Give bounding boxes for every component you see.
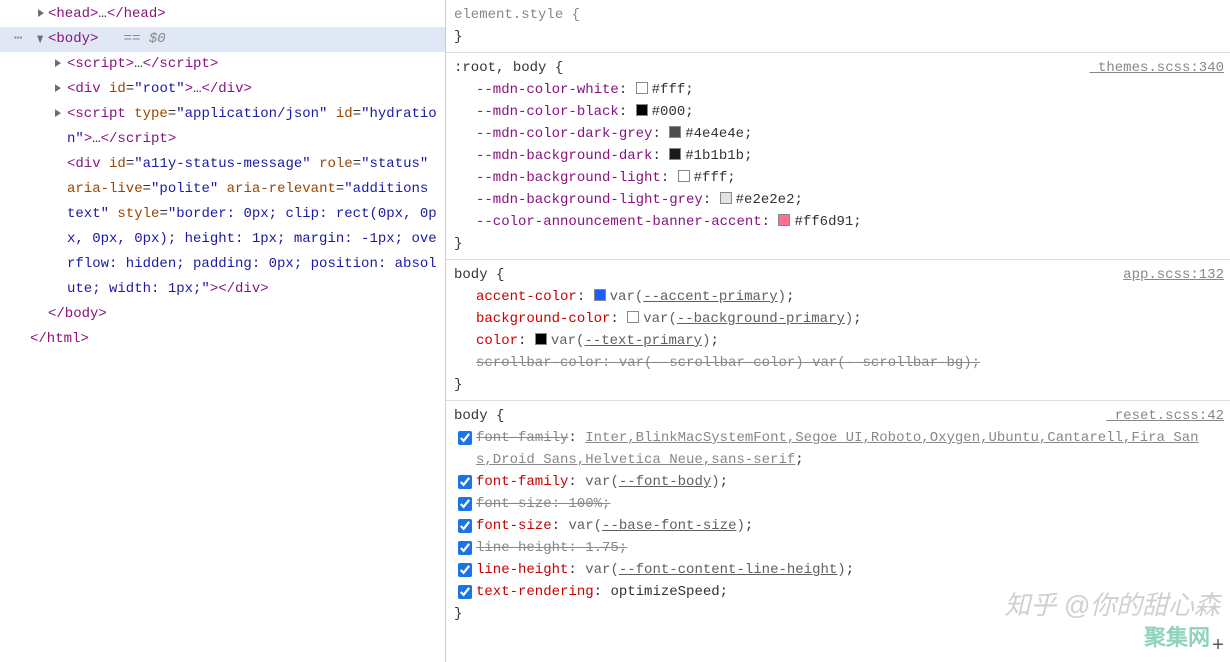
brace-close: } <box>454 603 1224 625</box>
css-property[interactable]: font-family: Inter,BlinkMacSystemFont,Se… <box>454 427 1224 471</box>
css-property[interactable]: color: var(--text-primary); <box>454 330 1224 352</box>
selector[interactable]: body { <box>454 264 504 286</box>
add-rule-button[interactable]: + <box>1212 635 1224 658</box>
css-property[interactable]: --mdn-color-white: #fff; <box>454 79 1224 101</box>
selector[interactable]: element.style { <box>454 4 580 26</box>
rule-app[interactable]: body { app.scss:132 accent-color: var(--… <box>446 260 1230 401</box>
dom-node-div-root[interactable]: ▶ <div id="root">…</div> <box>0 77 445 102</box>
dom-node-div-a11y[interactable]: <div id="a11y-status-message" role="stat… <box>0 152 445 302</box>
css-property[interactable]: accent-color: var(--accent-primary); <box>454 286 1224 308</box>
css-property[interactable]: font-family: var(--font-body); <box>454 471 1224 493</box>
source-link[interactable]: _themes.scss:340 <box>1090 57 1224 79</box>
node-text: <div id="root">…</div> <box>67 81 252 97</box>
css-property[interactable]: text-rendering: optimizeSpeed; <box>454 581 1224 603</box>
dom-node-script-json[interactable]: ▶ <script type="application/json" id="hy… <box>0 102 445 152</box>
css-property[interactable]: --color-announcement-banner-accent: #ff6… <box>454 211 1224 233</box>
property-toggle-checkbox[interactable] <box>458 585 472 599</box>
source-link[interactable]: _reset.scss:42 <box>1106 405 1224 427</box>
css-property[interactable]: --mdn-background-light-grey: #e2e2e2; <box>454 189 1224 211</box>
dom-node-script[interactable]: ▶ <script>…</script> <box>0 52 445 77</box>
source-link[interactable]: app.scss:132 <box>1123 264 1224 286</box>
css-property-scrollbar[interactable]: scrollbar-color: var(--scrollbar-color) … <box>454 352 1224 374</box>
property-toggle-checkbox[interactable] <box>458 563 472 577</box>
property-toggle-checkbox[interactable] <box>458 541 472 555</box>
node-text: <script type="application/json" id="hydr… <box>67 106 437 147</box>
expand-arrow-icon[interactable]: ▶ <box>55 98 61 131</box>
rule-element-style[interactable]: element.style { } <box>446 0 1230 53</box>
node-text: <div id="a11y-status-message" role="stat… <box>67 156 437 297</box>
dom-node-head[interactable]: ▶ <head>…</head> <box>0 2 445 27</box>
brace-close: } <box>454 374 1224 396</box>
css-property[interactable]: --mdn-background-dark: #1b1b1b; <box>454 145 1224 167</box>
expand-arrow-expanded-icon[interactable]: ▶ <box>27 36 52 44</box>
css-property[interactable]: background-color: var(--background-prima… <box>454 308 1224 330</box>
css-property[interactable]: --mdn-background-light: #fff; <box>454 167 1224 189</box>
selector[interactable]: body { <box>454 405 504 427</box>
css-property[interactable]: --mdn-color-dark-grey: #4e4e4e; <box>454 123 1224 145</box>
dom-node-html-close[interactable]: </html> <box>0 327 445 352</box>
tag-body: <body> <box>48 31 98 47</box>
dom-tree-panel[interactable]: ▶ <head>…</head> ⋯ ▶ <body> == $0 ▶ <scr… <box>0 0 446 662</box>
property-toggle-checkbox[interactable] <box>458 431 472 445</box>
brace-close: } <box>454 26 1224 48</box>
tag-open: <head> <box>48 6 98 22</box>
rule-reset[interactable]: body { _reset.scss:42 font-family: Inter… <box>446 401 1230 629</box>
css-property[interactable]: line-height: var(--font-content-line-hei… <box>454 559 1224 581</box>
rule-themes[interactable]: :root, body { _themes.scss:340 --mdn-col… <box>446 53 1230 260</box>
selector[interactable]: :root, body { <box>454 57 563 79</box>
property-toggle-checkbox[interactable] <box>458 519 472 533</box>
selected-hint: == $0 <box>107 31 166 47</box>
css-property[interactable]: font-size: var(--base-font-size); <box>454 515 1224 537</box>
dom-node-body-close[interactable]: </body> <box>0 302 445 327</box>
styles-panel[interactable]: element.style { } :root, body { _themes.… <box>446 0 1230 662</box>
css-property[interactable]: --mdn-color-black: #000; <box>454 101 1224 123</box>
property-toggle-checkbox[interactable] <box>458 497 472 511</box>
brace-close: } <box>454 233 1224 255</box>
css-property[interactable]: font-size: 100%; <box>454 493 1224 515</box>
property-toggle-checkbox[interactable] <box>458 475 472 489</box>
dom-node-body-selected[interactable]: ⋯ ▶ <body> == $0 <box>0 27 445 52</box>
css-property[interactable]: line-height: 1.75; <box>454 537 1224 559</box>
dots-icon: ⋯ <box>14 27 21 52</box>
